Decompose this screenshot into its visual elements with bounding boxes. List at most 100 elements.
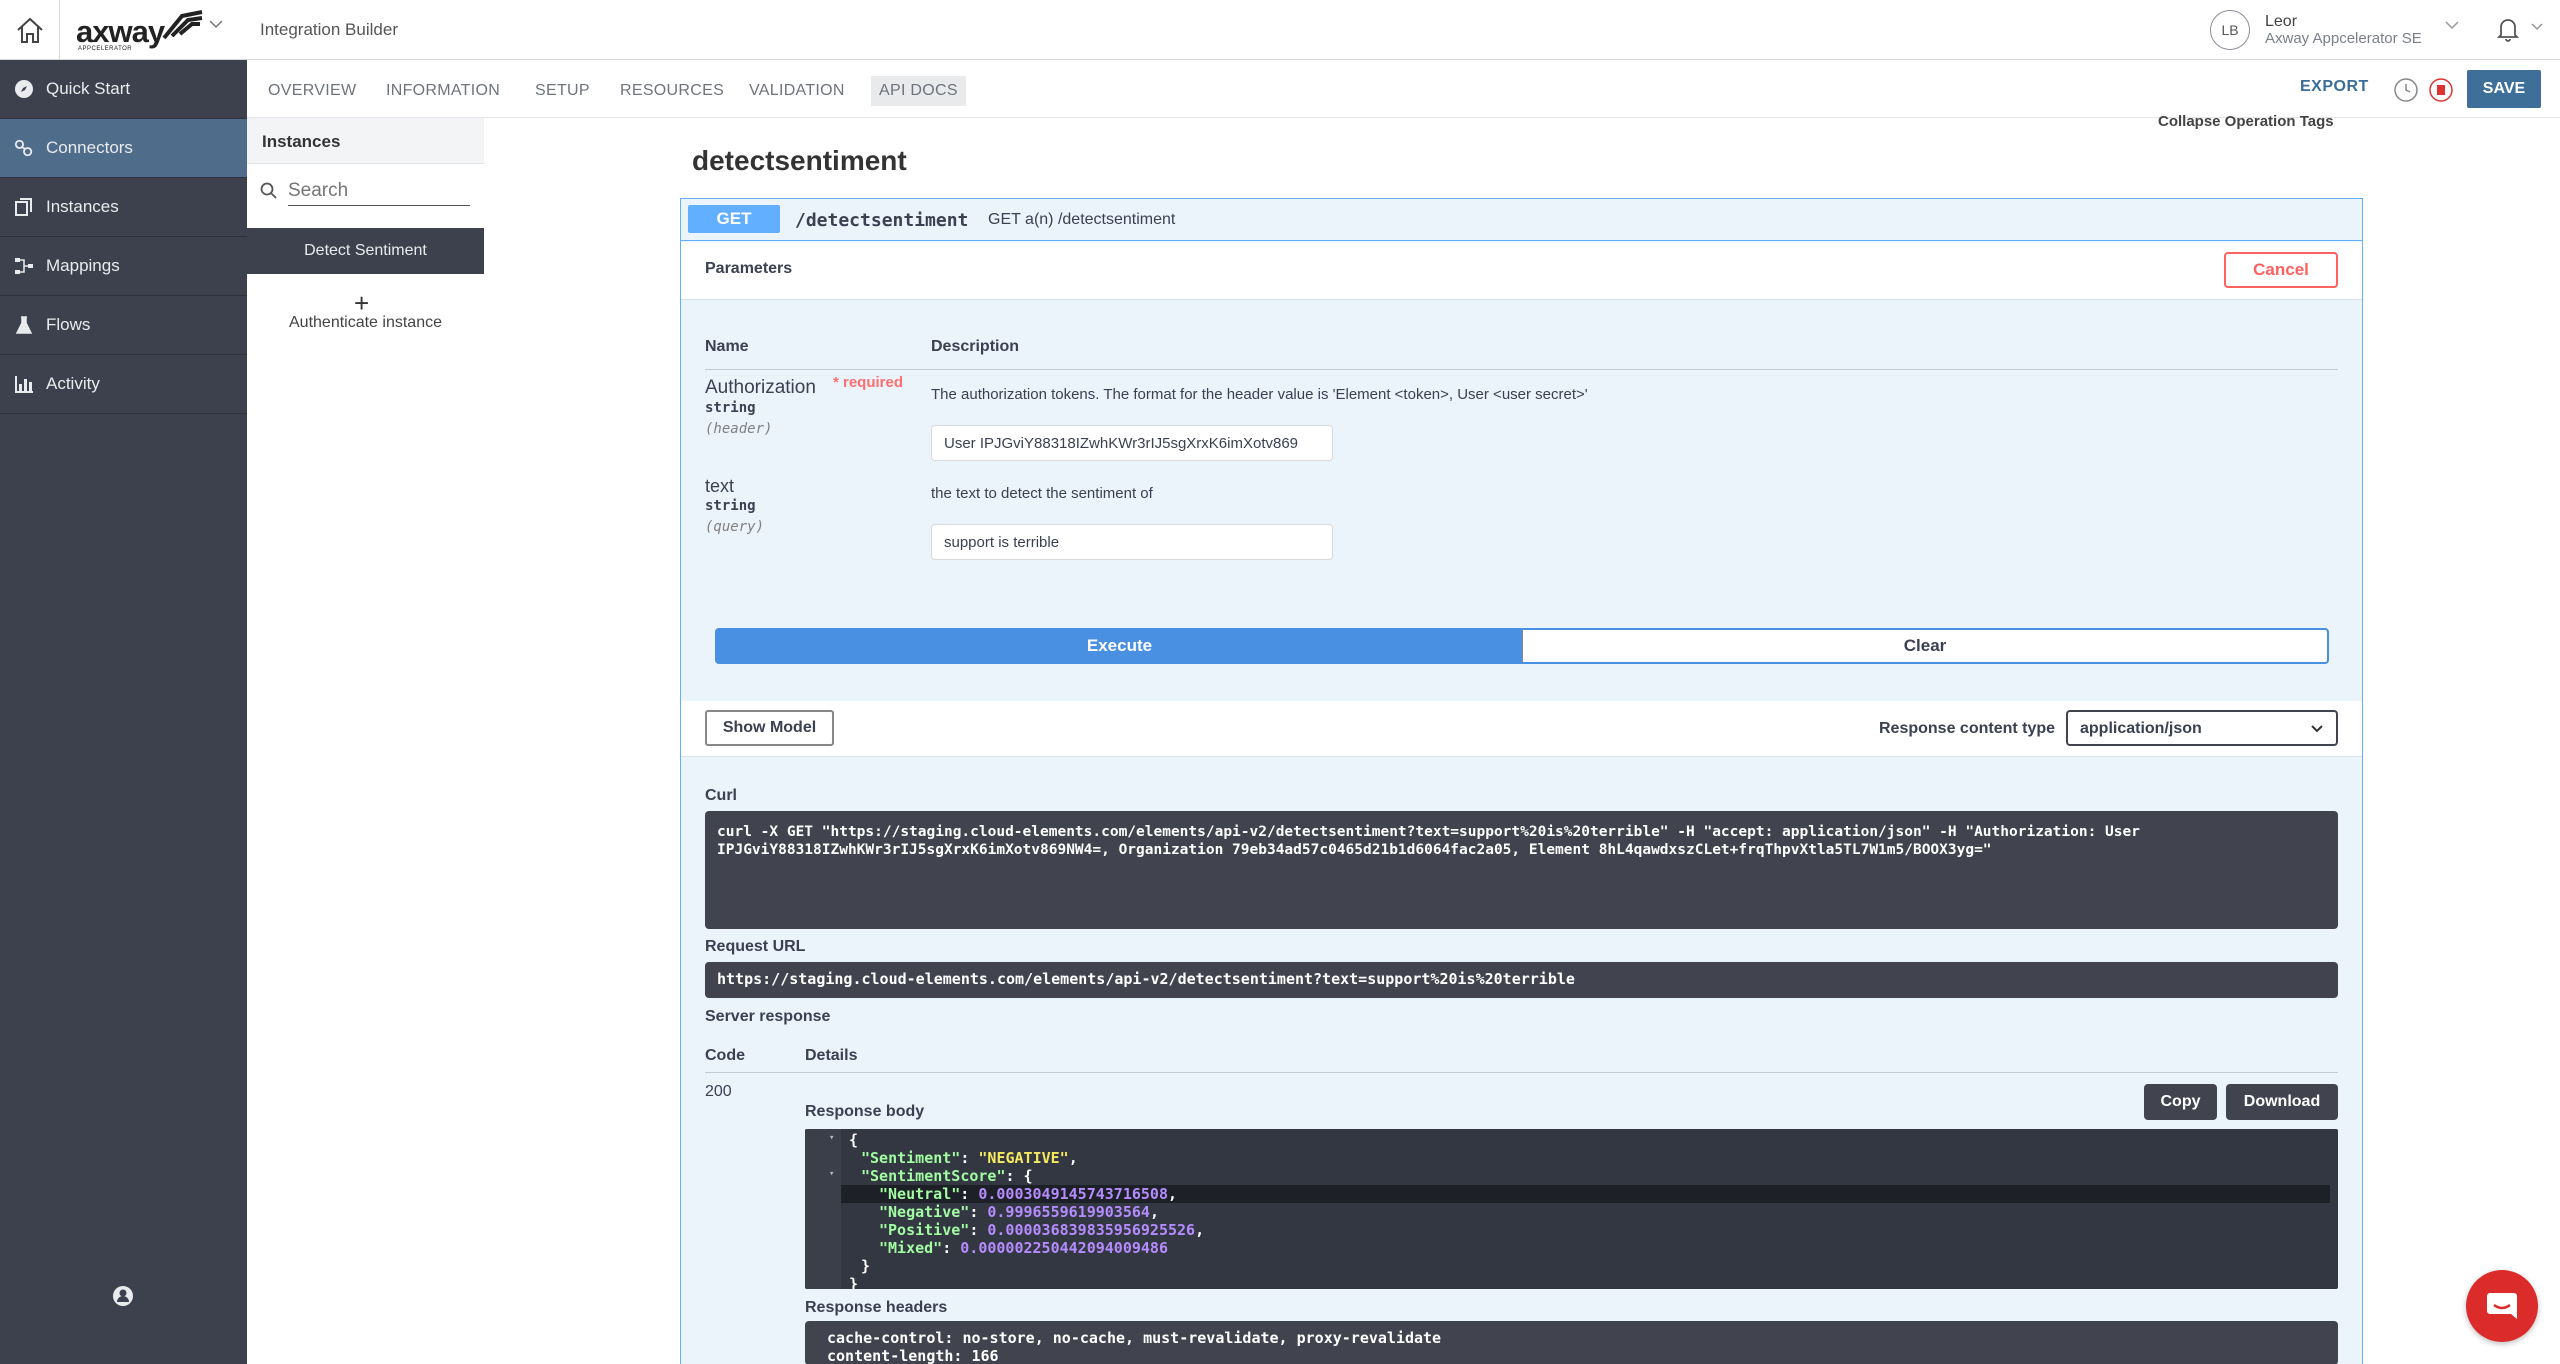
json-line: "SentimentScore": { xyxy=(861,1167,1033,1185)
instances-header: Instances xyxy=(247,118,484,164)
sidebar-item-activity[interactable]: Activity xyxy=(0,355,247,414)
chevron-down-icon[interactable] xyxy=(2444,19,2460,31)
save-button[interactable]: SAVE xyxy=(2467,70,2541,108)
response-content-type-select[interactable]: application/json xyxy=(2066,710,2338,746)
execute-button[interactable]: Execute xyxy=(717,630,1522,662)
json-key: "Negative" xyxy=(879,1203,970,1221)
column-header-description: Description xyxy=(931,338,1020,355)
delete-icon[interactable] xyxy=(2428,77,2454,103)
sidebar-item-quick-start[interactable]: Quick Start xyxy=(0,60,247,119)
clear-button[interactable]: Clear xyxy=(1522,630,2327,662)
column-header-name: Name xyxy=(705,338,749,355)
json-line: } xyxy=(849,1275,859,1289)
json-key: "SentimentScore" xyxy=(861,1167,1006,1185)
download-button[interactable]: Download xyxy=(2226,1084,2338,1120)
bell-icon[interactable] xyxy=(2496,16,2520,42)
search-input[interactable] xyxy=(288,176,470,206)
sidebar-item-instances[interactable]: Instances xyxy=(0,178,247,237)
home-icon xyxy=(16,17,43,43)
user-name[interactable]: Leor xyxy=(2265,13,2297,31)
logo-text: axway xyxy=(76,14,165,49)
curl-label: Curl xyxy=(705,787,737,804)
operation-path: /detectsentiment xyxy=(795,210,969,231)
operation-panel: GET /detectsentiment GET a(n) /detectsen… xyxy=(680,198,2363,1364)
top-bar: axway APPCELERATOR Integration Builder L… xyxy=(0,0,2560,60)
avatar[interactable]: LB xyxy=(2210,10,2250,50)
home-button[interactable] xyxy=(0,0,60,60)
json-key: "Neutral" xyxy=(879,1185,961,1203)
history-icon[interactable] xyxy=(2393,77,2419,103)
json-value: 0.0003049145743716508 xyxy=(978,1185,1168,1203)
operation-title: detectsentiment xyxy=(692,145,907,176)
collapse-operation-tags-link[interactable]: Collapse Operation Tags xyxy=(2158,113,2334,130)
show-model-button[interactable]: Show Model xyxy=(705,710,834,746)
selected-value: application/json xyxy=(2080,720,2202,737)
chevron-down-icon[interactable] xyxy=(208,18,224,30)
param-description: the text to detect the sentiment of xyxy=(931,485,1153,502)
tab-overview[interactable]: OVERVIEW xyxy=(260,76,364,106)
json-value: 0.000002250442094009486 xyxy=(960,1239,1168,1257)
sidebar-item-mappings[interactable]: Mappings xyxy=(0,237,247,296)
compass-icon xyxy=(14,79,34,99)
export-button[interactable]: EXPORT xyxy=(2300,78,2369,96)
code-gutter xyxy=(805,1129,841,1289)
response-controls: Show Model Response content type applica… xyxy=(681,701,2362,757)
json-line: { xyxy=(849,1131,859,1149)
connectors-icon xyxy=(14,138,34,158)
request-url[interactable]: https://staging.cloud-elements.com/eleme… xyxy=(705,962,2338,998)
request-url-label: Request URL xyxy=(705,938,806,955)
sidebar-item-label: Connectors xyxy=(46,138,133,157)
param-description: The authorization tokens. The format for… xyxy=(931,386,1588,403)
sidebar-item-flows[interactable]: Flows xyxy=(0,296,247,355)
sidebar-item-label: Flows xyxy=(46,315,91,334)
chevron-down-icon[interactable] xyxy=(2530,22,2544,32)
cancel-button[interactable]: Cancel xyxy=(2224,252,2338,288)
json-line: "Neutral": 0.0003049145743716508, xyxy=(841,1185,2330,1203)
column-header-code: Code xyxy=(705,1047,745,1064)
required-label: * required xyxy=(833,374,904,391)
response-body[interactable]: ▾ { "Sentiment": "NEGATIVE", ▾ "Sentimen… xyxy=(805,1129,2338,1289)
response-headers[interactable]: cache-control: no-store, no-cache, must-… xyxy=(805,1321,2338,1364)
user-org[interactable]: Axway Appcelerator SE xyxy=(2265,30,2422,47)
column-header-details: Details xyxy=(805,1047,858,1064)
param-location: (header) xyxy=(705,421,773,437)
sidebar-item-connectors[interactable]: Connectors xyxy=(0,119,247,178)
json-line: "Negative": 0.9996559619903564, xyxy=(879,1203,1159,1221)
sidebar-item-label: Instances xyxy=(46,197,119,216)
param-location: (query) xyxy=(705,519,765,535)
method-badge: GET xyxy=(688,205,780,233)
curl-command[interactable]: curl -X GET "https://staging.cloud-eleme… xyxy=(705,811,2338,929)
parameters-title: Parameters xyxy=(705,260,793,277)
tab-resources[interactable]: RESOURCES xyxy=(612,76,732,106)
tab-validation[interactable]: VALIDATION xyxy=(741,76,853,106)
instances-icon xyxy=(14,197,34,217)
param-name: text xyxy=(705,476,735,496)
response-headers-label: Response headers xyxy=(805,1299,948,1316)
user-icon[interactable] xyxy=(112,1285,134,1307)
chat-button[interactable] xyxy=(2466,1270,2538,1342)
authenticate-instance-link[interactable]: Authenticate instance xyxy=(247,314,484,332)
tab-api-docs[interactable]: API DOCS xyxy=(871,76,966,106)
connector-tabs: OVERVIEW INFORMATION SETUP RESOURCES VAL… xyxy=(247,60,2560,118)
tab-information[interactable]: INFORMATION xyxy=(378,76,508,106)
chevron-down-icon xyxy=(2311,725,2323,733)
operation-summary[interactable]: GET /detectsentiment GET a(n) /detectsen… xyxy=(681,199,2362,241)
fold-toggle-icon[interactable]: ▾ xyxy=(829,1169,834,1179)
json-value: 0.000036839835956925526 xyxy=(987,1221,1196,1239)
instance-item-detect-sentiment[interactable]: Detect Sentiment xyxy=(247,228,484,274)
tab-setup[interactable]: SETUP xyxy=(527,76,598,106)
fold-toggle-icon[interactable]: ▾ xyxy=(829,1133,834,1143)
json-value: "NEGATIVE" xyxy=(978,1149,1069,1167)
operation-description: GET a(n) /detectsentiment xyxy=(988,211,1176,228)
json-line: } xyxy=(861,1257,871,1275)
search-icon xyxy=(260,182,277,199)
axway-logo[interactable]: axway APPCELERATOR xyxy=(74,8,204,54)
response-code: 200 xyxy=(705,1083,732,1100)
sidebar: Quick Start Connectors Instances Mapping… xyxy=(0,60,247,1364)
json-key: "Positive" xyxy=(879,1221,970,1239)
copy-button[interactable]: Copy xyxy=(2144,1084,2217,1120)
authorization-input[interactable]: User IPJGviY88318IZwhKWr3rIJ5sgXrxK6imXo… xyxy=(931,425,1333,461)
text-input[interactable]: support is terrible xyxy=(931,524,1333,560)
chat-icon xyxy=(2487,1293,2517,1319)
instances-panel: Instances Detect Sentiment + Authenticat… xyxy=(247,118,484,1364)
